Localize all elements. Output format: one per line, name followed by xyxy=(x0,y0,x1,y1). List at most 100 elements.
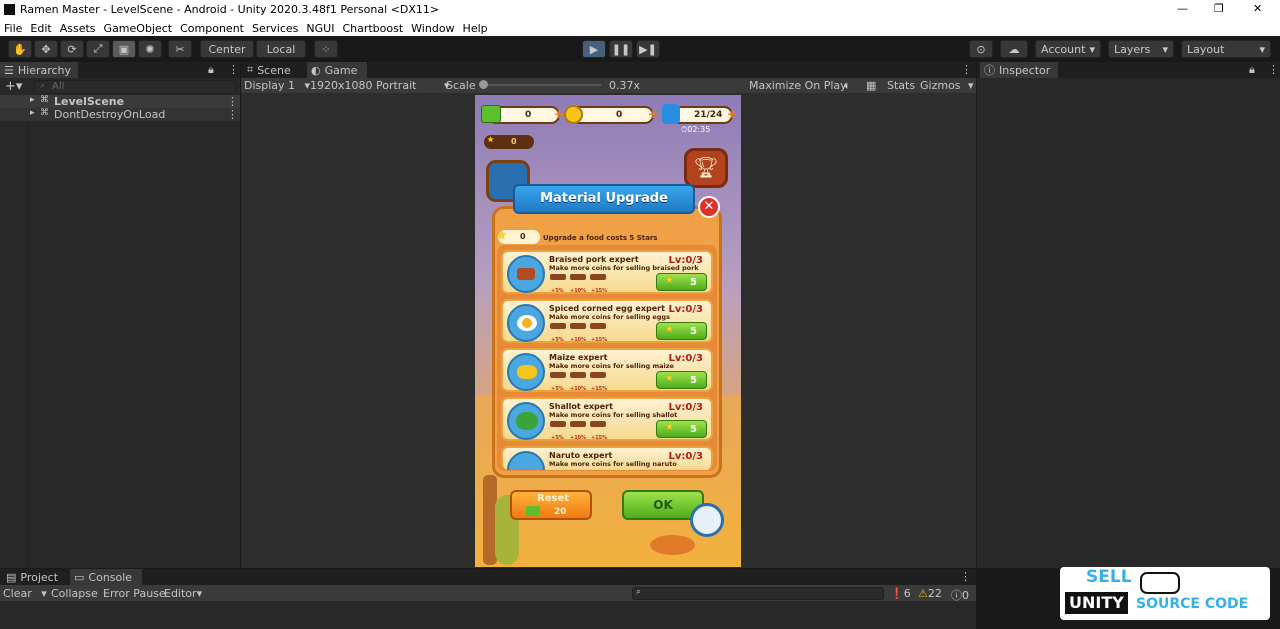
energy-counter: 21/24 + xyxy=(662,104,737,124)
trophy-icon[interactable]: 🏆︎ xyxy=(684,148,728,188)
kebab-menu-icon[interactable]: ⋮ xyxy=(228,63,239,76)
collab-icon[interactable]: ⊙ xyxy=(969,40,993,58)
menu-edit[interactable]: Edit xyxy=(26,22,55,35)
tab-scene[interactable]: ⌗ Scene xyxy=(243,62,305,78)
console-search-input[interactable]: ⌕ xyxy=(632,587,884,600)
warning-icon: ⚠ xyxy=(918,587,928,600)
row-menu-icon[interactable]: ⋮ xyxy=(227,108,238,121)
kebab-menu-icon[interactable]: ⋮ xyxy=(961,63,972,76)
pause-button[interactable]: ❚❚ xyxy=(609,40,633,58)
cloud-icon[interactable]: ☁ xyxy=(1000,40,1028,58)
reset-button[interactable]: Reset 20 xyxy=(510,490,592,520)
error-count[interactable]: ⓘ0 xyxy=(951,587,969,603)
minimize-button[interactable]: — xyxy=(1177,2,1188,15)
pivot-center-button[interactable]: Center xyxy=(200,40,254,58)
scale-slider-handle[interactable] xyxy=(479,80,488,89)
chevron-down-icon: ▾ xyxy=(196,587,203,600)
editor-dropdown[interactable]: Editor▾ xyxy=(164,587,202,600)
mute-audio-icon[interactable]: 🔈︎ xyxy=(844,79,851,93)
main-toolbar: ✋ ✥ ⟳ ⤢ ▣ ✺ ✂ Center Local ⁘ ▶ ❚❚ ▶❚ ⊙ ☁… xyxy=(0,36,1280,62)
row-menu-icon[interactable]: ⋮ xyxy=(227,95,238,108)
step-button[interactable]: ▶❚ xyxy=(636,40,660,58)
rotate-tool-icon[interactable]: ⟳ xyxy=(60,40,84,58)
star-icon: ★ xyxy=(665,324,674,335)
kebab-menu-icon[interactable]: ⋮ xyxy=(960,570,971,583)
hierarchy-row[interactable]: ▸ ⌘ LevelScene ⋮ xyxy=(0,95,240,108)
resolution-dropdown[interactable]: 1920x1080 Portrait ▾ xyxy=(310,79,449,92)
inspector-panel: ⓘ Inspector 🔒︎ ⋮ xyxy=(977,62,1280,568)
stats-toggle[interactable]: Stats xyxy=(887,79,915,92)
tab-hierarchy[interactable]: ☰ Hierarchy xyxy=(0,62,78,78)
menu-assets[interactable]: Assets xyxy=(56,22,100,35)
account-dropdown[interactable]: Account ▾ xyxy=(1035,40,1101,58)
layout-dropdown[interactable]: Layout ▾ xyxy=(1181,40,1271,58)
star-icon: ★ xyxy=(665,275,674,286)
hierarchy-search-input[interactable]: ⌕ All xyxy=(34,80,236,94)
grid-snap-icon[interactable]: ⁘ xyxy=(314,40,338,58)
rect-tool-icon[interactable]: ▣ xyxy=(112,40,136,58)
menu-component[interactable]: Component xyxy=(176,22,248,35)
upgrade-button[interactable]: ★ 5 xyxy=(656,322,707,340)
star-counter: ★ 0 xyxy=(484,135,534,149)
gamepad-icon[interactable] xyxy=(690,503,724,537)
expand-arrow-icon[interactable]: ▸ xyxy=(30,108,35,118)
tab-inspector[interactable]: ⓘ Inspector xyxy=(980,62,1058,78)
info-count[interactable]: ❗6 xyxy=(890,587,911,600)
divider xyxy=(27,121,28,568)
chevron-down-icon: ▾ xyxy=(1162,42,1168,56)
scale-tool-icon[interactable]: ⤢ xyxy=(86,40,110,58)
maximize-on-play-toggle[interactable]: Maximize On Play xyxy=(749,79,847,92)
kebab-menu-icon[interactable]: ⋮ xyxy=(1268,63,1279,76)
lock-icon[interactable]: 🔒︎ xyxy=(1249,63,1255,77)
move-tool-icon[interactable]: ✥ xyxy=(34,40,58,58)
menu-gameobject[interactable]: GameObject xyxy=(100,22,177,35)
search-icon: ⌕ xyxy=(636,587,642,597)
layers-dropdown[interactable]: Layers ▾ xyxy=(1108,40,1174,58)
braised-pork-icon xyxy=(507,255,545,293)
tab-game[interactable]: ◐ Game xyxy=(307,62,367,78)
add-coins-button[interactable]: + xyxy=(648,107,658,121)
window-title-bar: Ramen Master - LevelScene - Android - Un… xyxy=(0,0,1280,20)
tab-console[interactable]: ▭ Console xyxy=(70,569,142,585)
custom-tool-icon[interactable]: ✂ xyxy=(168,40,192,58)
play-button[interactable]: ▶ xyxy=(582,40,606,58)
collapse-toggle[interactable]: Collapse xyxy=(51,587,98,600)
chevron-down-icon: ▾ xyxy=(1259,42,1265,56)
add-cash-button[interactable]: + xyxy=(554,107,564,121)
menu-ngui[interactable]: NGUI xyxy=(302,22,338,35)
naruto-icon xyxy=(507,451,545,470)
warning-count[interactable]: ⚠22 xyxy=(918,587,942,600)
menu-file[interactable]: File xyxy=(0,22,26,35)
menu-chartboost[interactable]: Chartboost xyxy=(338,22,407,35)
pivot-local-button[interactable]: Local xyxy=(256,40,306,58)
error-pause-toggle[interactable]: Error Pause xyxy=(103,587,166,600)
add-icon[interactable]: +▾ xyxy=(5,79,22,94)
unity-logo-icon xyxy=(4,4,15,15)
close-dialog-button[interactable]: ✕ xyxy=(698,196,720,218)
close-window-button[interactable]: ✕ xyxy=(1253,2,1262,15)
gizmos-dropdown[interactable]: Gizmos ▾ xyxy=(920,79,974,92)
clear-dropdown[interactable]: Clear ▾ xyxy=(3,587,47,600)
display-dropdown[interactable]: Display 1 ▾ xyxy=(244,79,310,92)
expand-arrow-icon[interactable]: ▸ xyxy=(30,95,35,105)
error-icon: ⓘ xyxy=(951,589,962,602)
scale-label: Scale xyxy=(446,79,476,92)
upgrade-button[interactable]: ★ 5 xyxy=(656,371,707,389)
menu-help[interactable]: Help xyxy=(459,22,492,35)
scale-slider[interactable] xyxy=(479,80,601,89)
hand-tool-icon[interactable]: ✋ xyxy=(8,40,32,58)
lock-icon[interactable]: 🔒︎ xyxy=(208,63,214,77)
upgrade-button[interactable]: ★ 5 xyxy=(656,420,707,438)
tab-project[interactable]: ▤ Project xyxy=(2,569,66,585)
hierarchy-row[interactable]: ▸ ⌘ DontDestroyOnLoad ⋮ xyxy=(0,108,240,121)
transform-tool-icon[interactable]: ✺ xyxy=(138,40,162,58)
vsync-icon[interactable]: ▦ xyxy=(866,79,876,92)
add-energy-button[interactable]: + xyxy=(727,107,737,121)
menu-services[interactable]: Services xyxy=(248,22,302,35)
menu-window[interactable]: Window xyxy=(407,22,458,35)
upgrade-button[interactable]: ★ 5 xyxy=(656,273,707,291)
upgrade-star-counter: ★ 0 xyxy=(496,228,540,244)
energy-timer: ⏱02:35 xyxy=(681,125,711,134)
scene-icon: ⌘ xyxy=(40,95,49,105)
maximize-button[interactable]: ❐ xyxy=(1214,2,1224,15)
